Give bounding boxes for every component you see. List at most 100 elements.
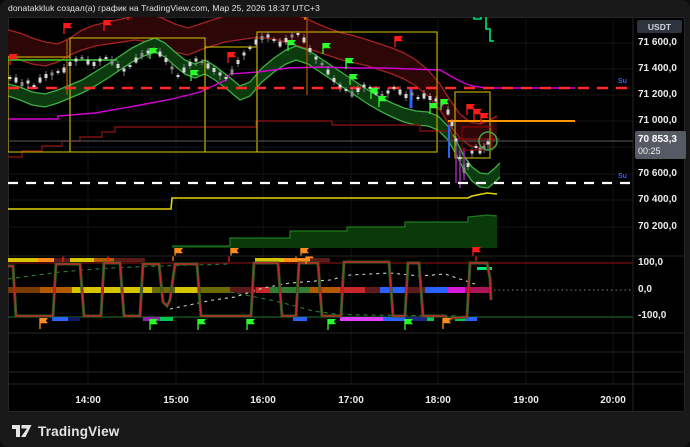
candle-body	[75, 59, 78, 62]
candle-body	[315, 57, 318, 60]
candle-body	[327, 70, 330, 75]
candle-body	[105, 57, 108, 59]
tradingview-logo-icon	[12, 423, 32, 439]
osc-top-segment	[255, 258, 284, 262]
candle-body	[171, 67, 174, 70]
candle-body	[309, 48, 312, 52]
osc-zero-segment	[175, 287, 200, 293]
yellow-level-step-line	[8, 193, 497, 209]
candle-body	[9, 77, 12, 79]
osc-top-segment	[54, 258, 70, 262]
candle-body	[129, 65, 132, 67]
flag-banner	[150, 319, 158, 324]
osc-top-segment	[70, 258, 94, 262]
candle-body	[411, 93, 414, 96]
candle-body	[451, 122, 454, 126]
osc-bottom-segment	[427, 317, 434, 321]
osc-bottom-segment	[383, 317, 405, 321]
time-tick-label: 20:00	[593, 395, 633, 406]
osc-top-segment	[38, 258, 54, 262]
candle-body	[393, 87, 396, 89]
candle-body	[51, 73, 54, 76]
candle-countdown: 00:25	[638, 146, 686, 156]
time-tick-label: 18:00	[418, 395, 458, 406]
flag-banner	[481, 113, 489, 118]
candle-body	[177, 75, 180, 77]
candle-body	[339, 85, 342, 88]
osc-top-segment	[94, 258, 114, 262]
candle-body	[201, 61, 204, 63]
candle-body	[87, 60, 90, 65]
currency-button[interactable]: USDT	[637, 20, 682, 33]
candle-body	[321, 63, 324, 65]
candle-body	[147, 51, 150, 54]
candle-body	[117, 64, 120, 68]
osc-zero-segment	[8, 287, 40, 293]
candle-body	[303, 38, 306, 43]
flag-banner	[467, 104, 475, 109]
candle-body	[333, 78, 336, 82]
flag-banner	[108, 251, 116, 256]
candle-body	[45, 74, 48, 78]
time-tick-label: 17:00	[331, 395, 371, 406]
candle-body	[63, 68, 66, 73]
candle-body	[135, 58, 138, 63]
candle-body	[231, 70, 234, 75]
candle-body	[447, 110, 450, 115]
candle-body	[471, 151, 474, 154]
osc-bottom-segment	[68, 317, 80, 321]
candle-body	[405, 94, 408, 98]
flag-banner	[473, 247, 481, 252]
price-tick-label: 71 000,0	[638, 115, 684, 126]
candle-body	[195, 59, 198, 62]
flag-banner	[395, 36, 403, 41]
candle-body	[123, 69, 126, 72]
price-tick-label: 71 200,0	[638, 89, 684, 100]
flag-banner	[301, 248, 309, 253]
flag-banner	[231, 248, 239, 253]
current-price-badge: 70 853,3 00:25	[635, 131, 686, 159]
candle-body	[429, 96, 432, 100]
candle-body	[351, 92, 354, 97]
candle-body	[183, 68, 186, 73]
flag-banner	[228, 52, 236, 57]
osc-zero-segment	[200, 287, 230, 293]
osc-top-segment	[310, 258, 330, 262]
flag-banner	[405, 319, 413, 324]
flag-banner	[40, 318, 48, 323]
osc-bottom-segment	[340, 317, 383, 321]
candle-body	[99, 59, 102, 62]
osc-zero-segment	[365, 287, 380, 293]
tradingview-share-image: donatakkluk создал(а) график на TradingV…	[0, 0, 690, 447]
osc-top-segment	[8, 258, 38, 262]
flag-banner	[379, 96, 387, 101]
price-tick-label: 71 600,0	[638, 37, 684, 48]
time-tick-label: 16:00	[243, 395, 283, 406]
candle-body	[423, 94, 426, 99]
candle-body	[219, 73, 222, 76]
candlesticks	[9, 31, 490, 174]
candle-body	[291, 35, 294, 38]
candle-body	[111, 60, 114, 65]
osc-bottom-segment	[52, 317, 68, 321]
candle-body	[165, 58, 168, 62]
yellow-range-box	[205, 47, 257, 152]
oscillator-tick-label: -100,0	[638, 310, 684, 321]
tradingview-logo: TradingView	[12, 423, 119, 439]
candle-body	[213, 68, 216, 72]
candle-body	[467, 163, 470, 167]
price-tick-label: 70 200,0	[638, 221, 684, 232]
osc-bottom-segment	[293, 317, 307, 321]
price-tick-label: 71 400,0	[638, 63, 684, 74]
candle-body	[69, 62, 72, 66]
flag-banner	[371, 88, 379, 93]
candle-body	[27, 81, 30, 84]
flag-banner	[198, 319, 206, 324]
candle-body	[479, 149, 482, 154]
chart-canvas[interactable]	[0, 0, 690, 447]
candle-body	[387, 91, 390, 94]
candle-body	[399, 90, 402, 95]
candle-body	[81, 57, 84, 59]
candle-body	[487, 142, 490, 145]
flag-banner	[305, 9, 313, 14]
